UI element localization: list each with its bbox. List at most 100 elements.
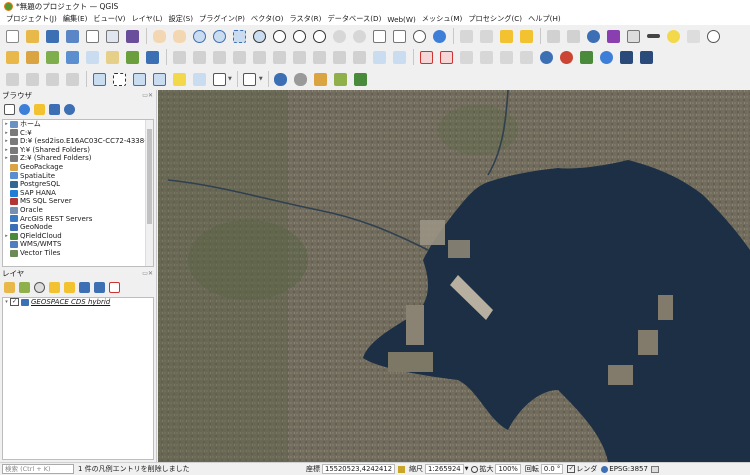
copy-features-icon[interactable] [330, 48, 348, 66]
style-manager-icon[interactable] [123, 27, 141, 45]
chevron-down-icon[interactable]: ▼ [259, 76, 263, 82]
locator-search-input[interactable]: 検索 (Ctrl + K) [2, 464, 74, 474]
menu-view[interactable]: ビュー(V) [90, 14, 128, 24]
magnifier-field[interactable]: 100% [495, 464, 521, 474]
zoom-to-layer-icon[interactable] [290, 27, 308, 45]
refresh-icon[interactable] [17, 102, 31, 116]
delete-selected-icon[interactable] [290, 48, 308, 66]
current-edits-icon[interactable] [170, 48, 188, 66]
statistics-sigma-icon[interactable] [604, 27, 622, 45]
map-canvas[interactable] [158, 90, 750, 462]
paste-features-icon[interactable] [350, 48, 368, 66]
save-edits-icon[interactable] [210, 48, 228, 66]
manage-visibility-icon[interactable] [32, 280, 46, 294]
menu-database[interactable]: データベース(D) [324, 14, 384, 24]
browser-item[interactable]: ▸ Y:¥ (Shared Folders) [3, 146, 153, 155]
zoom-last-icon[interactable] [330, 27, 348, 45]
select-by-rectangle-icon[interactable] [110, 70, 128, 88]
zoom-native-icon[interactable] [310, 27, 328, 45]
add-selected-layers-icon[interactable] [2, 102, 16, 116]
menu-layer[interactable]: レイヤ(L) [128, 14, 165, 24]
layer-checkbox[interactable]: ✓ [10, 298, 19, 307]
zoom-next-icon[interactable] [350, 27, 368, 45]
expand-all-icon[interactable] [77, 280, 91, 294]
chevron-down-icon[interactable]: ▼ [465, 466, 469, 472]
rotation-field[interactable]: 0.0 ° [540, 464, 564, 474]
label-rotate-icon[interactable] [497, 48, 515, 66]
menu-vector[interactable]: ベクタ(O) [248, 14, 287, 24]
browser-item[interactable]: ▸ Z:¥ (Shared Folders) [3, 154, 153, 163]
menu-raster[interactable]: ラスタ(R) [286, 14, 324, 24]
field-calculator-icon[interactable] [544, 27, 562, 45]
new-virtual-layer-icon[interactable] [83, 48, 101, 66]
browser-item[interactable]: Vector Tiles [3, 249, 153, 258]
new-temporary-layer-icon[interactable] [103, 48, 121, 66]
menu-settings[interactable]: 設定(S) [165, 14, 196, 24]
open-attribute-table-icon[interactable] [477, 27, 495, 45]
browser-item[interactable]: ▸ C:¥ [3, 129, 153, 138]
digitize-icon[interactable] [230, 48, 248, 66]
search-locator-icon[interactable] [704, 27, 722, 45]
browser-item[interactable]: SpatiaLite [3, 172, 153, 181]
crs-button[interactable]: EPSG:3857 [609, 465, 648, 473]
filter-legend-icon[interactable] [47, 280, 61, 294]
annotation-polygon-icon[interactable] [150, 70, 168, 88]
identify-features-icon[interactable] [457, 27, 475, 45]
select-features-icon[interactable] [497, 27, 515, 45]
coordinate-field[interactable]: 15520523,4242412 [322, 464, 396, 474]
plugin-manager-icon[interactable] [577, 48, 595, 66]
new-geopackage-layer-icon[interactable] [23, 48, 41, 66]
browser-item[interactable]: ArcGIS REST Servers [3, 215, 153, 224]
menu-processing[interactable]: プロセシング(C) [465, 14, 525, 24]
annotation-icon[interactable] [684, 27, 702, 45]
redo-icon[interactable] [390, 48, 408, 66]
messages-icon[interactable] [650, 465, 659, 473]
scale-field[interactable]: 1:265924 [425, 464, 464, 474]
python-console-icon[interactable] [537, 48, 555, 66]
refresh-plugin-icon[interactable] [597, 48, 615, 66]
toggle-editing-icon[interactable] [190, 48, 208, 66]
expand-arrow-icon[interactable]: ▸ [3, 120, 10, 129]
menu-web[interactable]: Web(W) [384, 15, 418, 24]
new-print-layout-icon[interactable] [83, 27, 101, 45]
menu-project[interactable]: プロジェクト(J) [3, 14, 60, 24]
expand-arrow-icon[interactable]: ▸ [3, 232, 10, 241]
layer-row[interactable]: ▾ ✓ GEOSPACE CDS hybrid [3, 298, 153, 307]
scrollbar-thumb[interactable] [147, 129, 152, 224]
browser-item[interactable]: Oracle [3, 206, 153, 215]
browser-item[interactable]: ▸ ホーム [3, 120, 153, 129]
layout-manager-icon[interactable] [103, 27, 121, 45]
zoom-full-icon[interactable] [250, 27, 268, 45]
tools-hammer-icon[interactable] [352, 70, 370, 88]
cloud-sync-icon[interactable] [292, 70, 310, 88]
annotation-text-icon[interactable] [210, 70, 228, 88]
menu-mesh[interactable]: メッシュ(M) [419, 14, 466, 24]
browser-scrollbar[interactable] [145, 120, 153, 266]
crs-globe-icon[interactable] [601, 465, 609, 473]
collapse-all-icon[interactable] [47, 102, 61, 116]
vertex-tool-icon[interactable] [270, 48, 288, 66]
split-features-icon[interactable] [43, 70, 61, 88]
browser-item[interactable]: MS SQL Server [3, 197, 153, 206]
annotation-marker-icon[interactable] [170, 70, 188, 88]
undo-icon[interactable] [370, 48, 388, 66]
measure-line-icon[interactable] [644, 27, 662, 45]
expand-arrow-icon[interactable]: ▸ [3, 154, 10, 163]
add-raster-layer-icon[interactable] [123, 48, 141, 66]
add-feature-icon[interactable] [250, 48, 268, 66]
annotation-vertex-icon[interactable] [130, 70, 148, 88]
label-change-icon[interactable] [517, 48, 535, 66]
shape-digitize-icon[interactable] [23, 70, 41, 88]
merge-features-icon[interactable] [63, 70, 81, 88]
pan-icon[interactable] [150, 27, 168, 45]
lock-icon[interactable] [398, 465, 406, 473]
processing-toolbox-icon[interactable] [584, 27, 602, 45]
filter-by-expression-icon[interactable] [62, 280, 76, 294]
map-tips-icon[interactable] [664, 27, 682, 45]
browser-item[interactable]: WMS/WMTS [3, 240, 153, 249]
save-project-icon[interactable] [43, 27, 61, 45]
cut-features-icon[interactable] [310, 48, 328, 66]
browser-item[interactable]: ▸ D:¥ (esd2iso.E16AC03C-CC72-4338-97 [3, 137, 153, 146]
label-move-icon[interactable] [477, 48, 495, 66]
new-spatialite-icon[interactable] [63, 48, 81, 66]
